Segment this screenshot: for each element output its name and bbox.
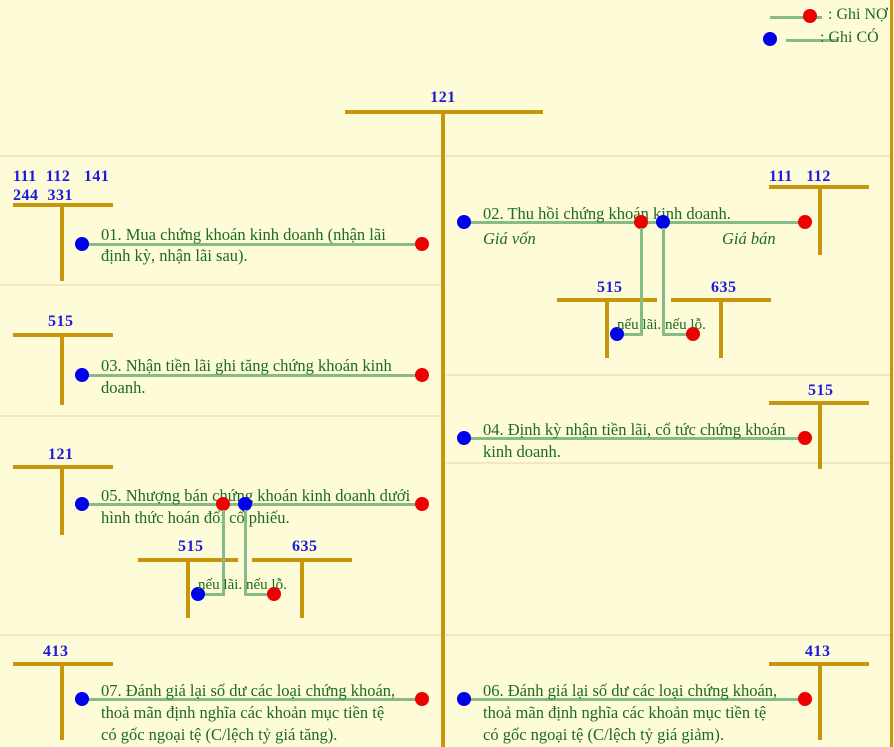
entry-01-debit-dot-icon: [415, 237, 429, 251]
entry-03-credit-dot-icon: [75, 368, 89, 382]
entry-04-account-code: 515: [808, 382, 834, 399]
legend-credit-dot-icon: [763, 32, 777, 46]
account-code: 111: [13, 168, 37, 185]
entry-05-debit-dot-icon: [415, 497, 429, 511]
entry-05-credit-dot-icon: [75, 497, 89, 511]
account-code: 244: [13, 187, 39, 204]
entry-04-debit-dot-icon: [798, 431, 812, 445]
row-divider-3-left: [0, 415, 443, 417]
entry-07-text-line2: thoả mãn định nghĩa các khoản mục tiền t…: [101, 703, 385, 722]
entry-03-account-code: 515: [48, 313, 74, 330]
entry-07-taccount-stem: [60, 662, 64, 740]
central-account-code: 121: [430, 89, 456, 106]
account-code: 331: [47, 187, 73, 204]
entry-02-text-line1: 02. Thu hồi chứng khoán kinh doanh.: [483, 204, 731, 223]
entry-02-sub-left-account-code: 515: [597, 279, 623, 296]
entry-02-sub-right-label: nếu lỗ.: [665, 317, 706, 333]
entry-07-credit-dot-icon: [75, 692, 89, 706]
diagram-canvas: : Ghi NỢ : Ghi CÓ 121 111 112 141 244 33…: [0, 0, 894, 747]
entry-02-branch-debit-dot-icon: [634, 215, 648, 229]
entry-06-text-line3: có gốc ngoại tệ (C/lệch tỷ giá giảm).: [483, 725, 725, 744]
entry-02-label-left: Giá vốn: [483, 229, 536, 248]
entry-03-text-line2: doanh.: [101, 378, 146, 397]
entry-02-sub-left-label: nếu lãi.: [617, 317, 662, 333]
entry-05-taccount-stem: [60, 465, 64, 535]
entry-05-sub-right-label: nếu lỗ.: [246, 577, 287, 593]
entry-07-text-line1: 07. Đánh giá lại số dư các loại chứng kh…: [101, 681, 396, 700]
page-right-border: [890, 0, 893, 747]
entry-07-account-code: 413: [43, 643, 69, 660]
entry-02-sub-left-stem: [605, 298, 609, 358]
entry-01-credit-dot-icon: [75, 237, 89, 251]
entry-05-account-code: 121: [48, 446, 74, 463]
row-divider-2-left: [0, 284, 443, 286]
entry-05-sub-right-stem: [300, 558, 304, 618]
row-divider-3-right: [443, 462, 890, 464]
legend-debit-label: : Ghi NỢ: [828, 6, 888, 23]
central-account-stem: [441, 110, 445, 747]
entry-02-accounts: 111 112: [769, 168, 831, 186]
entry-04-text-line2: kinh doanh.: [483, 442, 561, 461]
entry-05-sub-left-stem: [186, 558, 190, 618]
account-code: 112: [806, 168, 831, 185]
entry-03-taccount-stem: [60, 333, 64, 405]
entry-04-credit-dot-icon: [457, 431, 471, 445]
entry-05-branch-credit-dot-icon: [238, 497, 252, 511]
entry-01-accounts-row1: 111 112 141: [13, 168, 109, 186]
entry-01-text-line2: định kỳ, nhận lãi sau).: [101, 246, 248, 265]
entry-02-sub-right-account-code: 635: [711, 279, 737, 296]
entry-06-taccount-stem: [818, 662, 822, 740]
legend-credit-label: : Ghi CÓ: [820, 29, 879, 46]
account-code: 111: [769, 168, 793, 185]
entry-05-sub-left-account-code: 515: [178, 538, 204, 555]
entry-04-taccount-stem: [818, 401, 822, 469]
entry-05-sub-left-label: nếu lãi.: [198, 577, 243, 593]
account-code: 112: [45, 168, 71, 185]
entry-01-taccount-stem: [60, 203, 64, 281]
entry-06-credit-dot-icon: [457, 692, 471, 706]
legend-debit-dot-icon: [803, 9, 817, 23]
entry-02-credit-dot-icon: [457, 215, 471, 229]
entry-06-account-code: 413: [805, 643, 831, 660]
row-divider-1: [0, 155, 890, 157]
entry-02-taccount-stem: [818, 185, 822, 255]
entry-03-debit-dot-icon: [415, 368, 429, 382]
entry-05-text-line2: hình thức hoán đổi cổ phiếu.: [101, 508, 290, 527]
entry-05-text-line1: 05. Nhượng bán chứng khoán kinh doanh dư…: [101, 486, 411, 505]
entry-02-label-right: Giá bán: [722, 229, 776, 248]
entry-07-debit-dot-icon: [415, 692, 429, 706]
entry-07-text-line3: có gốc ngoại tệ (C/lệch tỷ giá tăng).: [101, 725, 338, 744]
entry-05-sub-right-account-code: 635: [292, 538, 318, 555]
entry-06-text-line1: 06. Đánh giá lại số dư các loại chứng kh…: [483, 681, 778, 700]
entry-04-text-line1: 04. Định kỳ nhận tiền lãi, cổ tức chứng …: [483, 420, 786, 439]
entry-02-sub-right-stem: [719, 298, 723, 358]
entry-03-text-line1: 03. Nhận tiền lãi ghi tăng chứng khoán k…: [101, 356, 392, 375]
row-divider-2-right: [443, 374, 890, 376]
entry-02-debit-dot-icon: [798, 215, 812, 229]
entry-02-branch-credit-dot-icon: [656, 215, 670, 229]
account-code: 141: [83, 168, 110, 185]
row-divider-4: [0, 634, 890, 636]
entry-06-debit-dot-icon: [798, 692, 812, 706]
entry-05-branch-debit-dot-icon: [216, 497, 230, 511]
entry-06-text-line2: thoả mãn định nghĩa các khoản mục tiền t…: [483, 703, 767, 722]
entry-01-text-line1: 01. Mua chứng khoán kinh doanh (nhận lãi: [101, 225, 386, 244]
